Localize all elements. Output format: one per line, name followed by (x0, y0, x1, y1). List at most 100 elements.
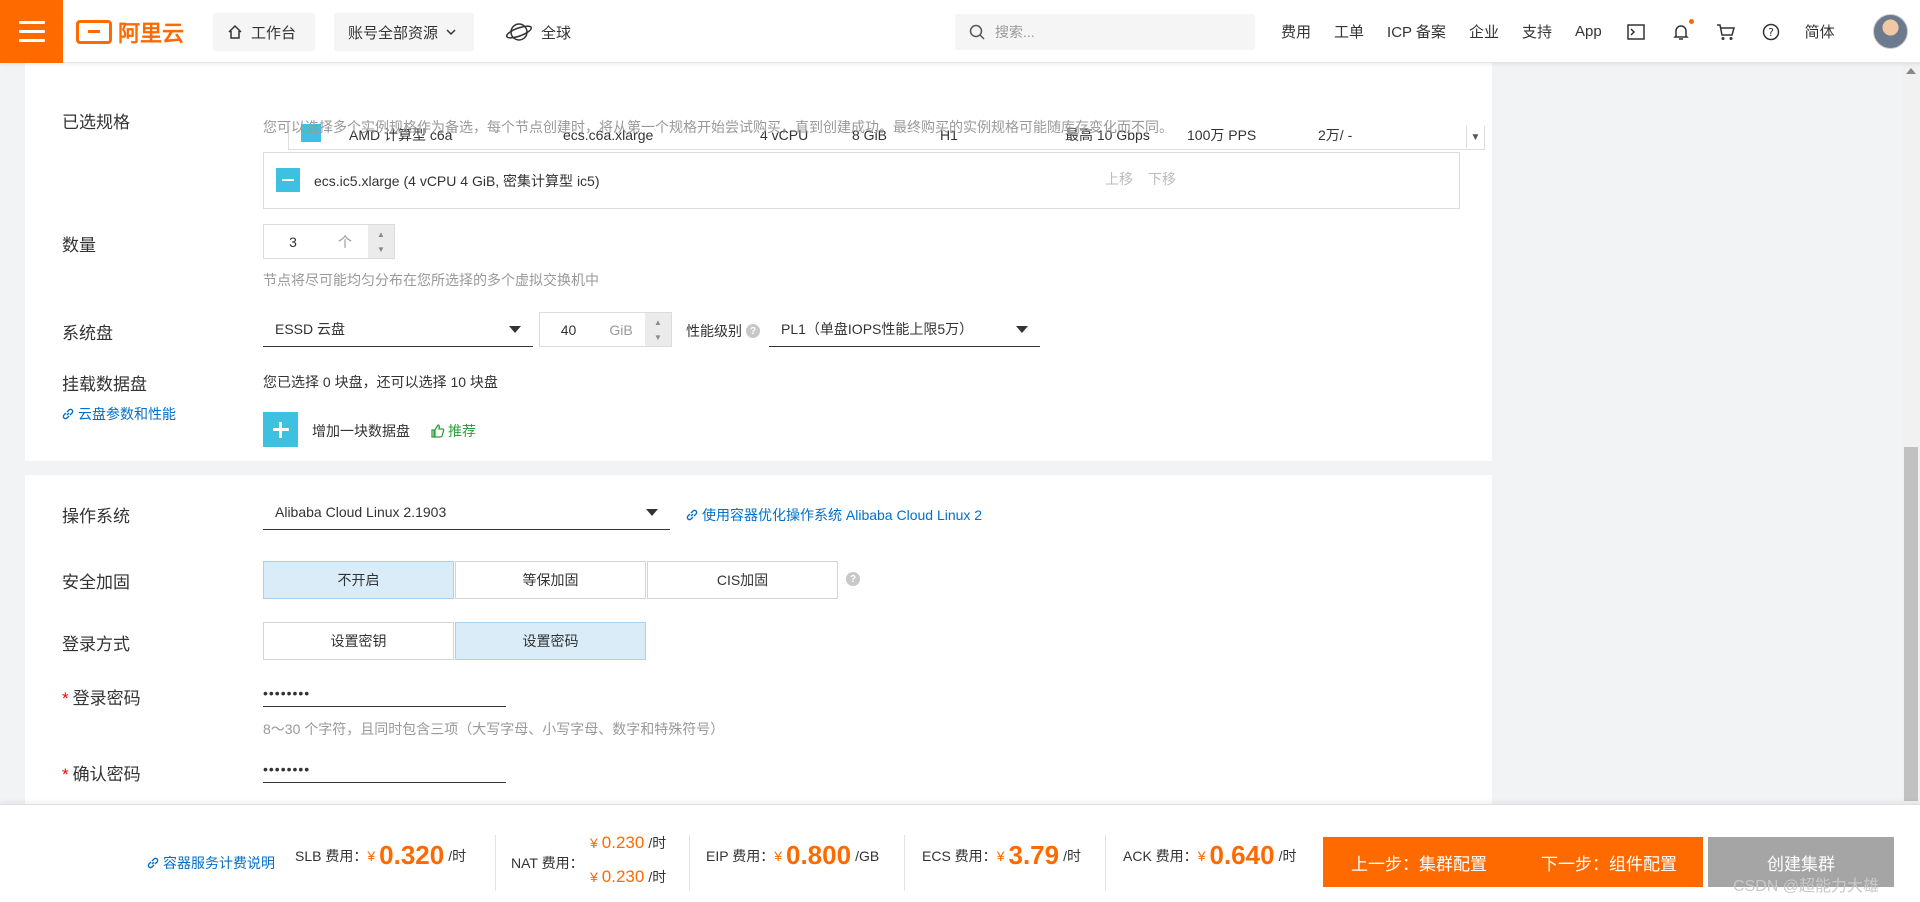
search-box[interactable]: 搜索... (955, 14, 1255, 50)
add-data-disk-label[interactable]: 增加一块数据盘 (312, 421, 410, 441)
price-summary-bar: 容器服务计费说明 SLB 费用： ¥ 0.320 /时 NAT 费用： ¥ 0.… (0, 804, 1920, 902)
help-icon[interactable]: ? (1760, 21, 1782, 43)
table-scroll-down-icon[interactable]: ▼ (1466, 126, 1484, 148)
pricing-link-text: 容器服务计费说明 (163, 855, 275, 871)
eip-fee-label: EIP 费用： (706, 847, 775, 864)
required-mark: * (62, 689, 69, 708)
top-link-fees[interactable]: 费用 (1281, 21, 1311, 42)
login-option-keypair[interactable]: 设置密钥 (263, 622, 454, 660)
decrement-icon[interactable]: ▼ (377, 245, 385, 254)
slb-fee-value: 0.320 (379, 840, 445, 870)
thumbs-up-icon (431, 424, 445, 438)
bell-icon[interactable] (1670, 18, 1694, 43)
login-option-password[interactable]: 设置密码 (455, 622, 646, 660)
aliyun-logo[interactable]: 阿里云 (76, 16, 184, 48)
security-label: 安全加固 (62, 573, 130, 592)
next-step-button[interactable]: 下一步：组件配置 (1515, 837, 1703, 887)
system-disk-size-unit: GiB (609, 321, 633, 338)
recommend-tag: 推荐 (431, 421, 476, 441)
stepper-arrows[interactable]: ▲ ▼ (368, 225, 394, 258)
resource-selector[interactable]: 账号全部资源 (334, 13, 474, 51)
move-down-button[interactable]: 下移 (1148, 169, 1176, 189)
nat-fee-2: ¥ 0.230 /时 (590, 867, 666, 887)
nat-fee-value-1: 0.230 (601, 833, 645, 852)
caret-down-icon (509, 326, 521, 333)
link-icon (62, 408, 74, 420)
quantity-label: 数量 (62, 236, 96, 255)
password-hint: 8～30 个字符，且同时包含三项（大写字母、小写字母、数字和特殊符号） (263, 721, 725, 737)
system-disk-size-input[interactable]: 40 GiB ▲ ▼ (539, 312, 672, 347)
confirm-password-label-wrap: * 确认密码 (62, 760, 141, 785)
ack-fee-unit: /时 (1278, 847, 1297, 864)
nat-fee-1: ¥ 0.230 /时 (590, 833, 666, 853)
selected-spec-text: ecs.ic5.xlarge (4 vCPU 4 GiB, 密集计算型 ic5) (314, 173, 600, 189)
decrement-icon[interactable]: ▼ (654, 333, 662, 342)
security-option-off[interactable]: 不开启 (263, 561, 454, 599)
region-selector[interactable]: 全球 (505, 13, 571, 51)
container-os-link[interactable]: 使用容器优化操作系统 Alibaba Cloud Linux 2 (686, 505, 982, 525)
top-link-app[interactable]: App (1575, 23, 1602, 40)
eip-fee: EIP 费用： ¥ 0.800 /GB (706, 840, 879, 871)
security-option-mlps[interactable]: 等保加固 (455, 561, 646, 599)
scroll-thumb[interactable] (1904, 447, 1918, 801)
remove-spec-button[interactable] (276, 168, 300, 192)
nat-fee-value-2: 0.230 (601, 867, 645, 886)
ack-fee-value: 0.640 (1209, 840, 1275, 870)
system-disk-type-value: ESSD 云盘 (275, 321, 346, 337)
quantity-hint: 节点将尽可能均匀分布在您所选择的多个虚拟交换机中 (263, 272, 599, 288)
system-disk-size-value[interactable]: 40 (540, 322, 597, 338)
top-navigation-bar: 阿里云 工作台 账号全部资源 全球 搜索... 费用 工单 ICP 备案 企业 … (0, 0, 1920, 63)
cell-price: 2万/ - (1318, 127, 1353, 143)
scroll-up-icon[interactable] (1906, 68, 1916, 74)
perf-level-label: 性能级别 (686, 323, 742, 339)
login-label: 登录方式 (62, 635, 130, 654)
system-disk-label: 系统盘 (62, 324, 113, 343)
add-data-disk-button[interactable] (263, 412, 298, 447)
nat-fee-unit-2: /时 (648, 869, 667, 885)
quantity-stepper[interactable]: 3 个 ▲ ▼ (263, 224, 395, 259)
quantity-value[interactable]: 3 (264, 234, 322, 250)
move-up-button[interactable]: 上移 (1105, 169, 1133, 189)
page-scrollbar[interactable] (1902, 63, 1920, 804)
currency-symbol: ¥ (774, 847, 782, 864)
perf-level-select[interactable]: PL1（单盘IOPS性能上限5万） (769, 312, 1040, 347)
terminal-icon[interactable] (1625, 21, 1647, 43)
recommend-text: 推荐 (448, 423, 476, 439)
link-icon (147, 857, 159, 869)
increment-icon[interactable]: ▲ (654, 318, 662, 327)
disk-params-link[interactable]: 云盘参数和性能 (62, 404, 176, 424)
nat-fee-label-wrap: NAT 费用： (511, 853, 584, 873)
avatar[interactable] (1873, 14, 1908, 49)
password-label-wrap: * 登录密码 (62, 684, 141, 709)
prev-step-button[interactable]: 上一步：集群配置 (1323, 837, 1515, 887)
slb-fee: SLB 费用： ¥ 0.320 /时 (295, 840, 466, 871)
ecs-fee-value: 3.79 (1008, 840, 1060, 870)
top-link-enterprise[interactable]: 企业 (1469, 21, 1499, 42)
divider (689, 835, 690, 891)
os-select[interactable]: Alibaba Cloud Linux 2.1903 (263, 495, 670, 530)
workbench-button[interactable]: 工作台 (213, 13, 315, 51)
security-option-cis[interactable]: CIS加固 (647, 561, 838, 599)
top-link-tickets[interactable]: 工单 (1334, 21, 1364, 42)
cart-icon[interactable] (1715, 21, 1737, 43)
data-disk-label: 挂载数据盘 (62, 375, 147, 394)
system-disk-type-select[interactable]: ESSD 云盘 (263, 312, 533, 347)
top-link-icp[interactable]: ICP 备案 (1387, 21, 1446, 42)
currency-symbol: ¥ (996, 847, 1005, 864)
pricing-link[interactable]: 容器服务计费说明 (147, 853, 275, 873)
search-icon (969, 24, 985, 40)
perf-level-value: PL1（单盘IOPS性能上限5万） (781, 321, 974, 337)
confirm-password-field[interactable]: •••••••• (263, 755, 506, 783)
increment-icon[interactable]: ▲ (377, 230, 385, 239)
password-field[interactable]: •••••••• (263, 679, 506, 707)
question-icon[interactable]: ? (746, 324, 760, 338)
search-input[interactable]: 搜索... (995, 22, 1035, 42)
top-link-support[interactable]: 支持 (1522, 21, 1552, 42)
language-switch[interactable]: 简体 (1805, 21, 1835, 42)
slb-fee-unit: /时 (448, 847, 467, 864)
menu-icon[interactable] (0, 0, 63, 63)
size-stepper-arrows[interactable]: ▲ ▼ (645, 313, 671, 346)
question-icon[interactable]: ? (846, 572, 860, 586)
disk-params-link-text: 云盘参数和性能 (78, 406, 176, 422)
quantity-unit: 个 (338, 233, 352, 250)
